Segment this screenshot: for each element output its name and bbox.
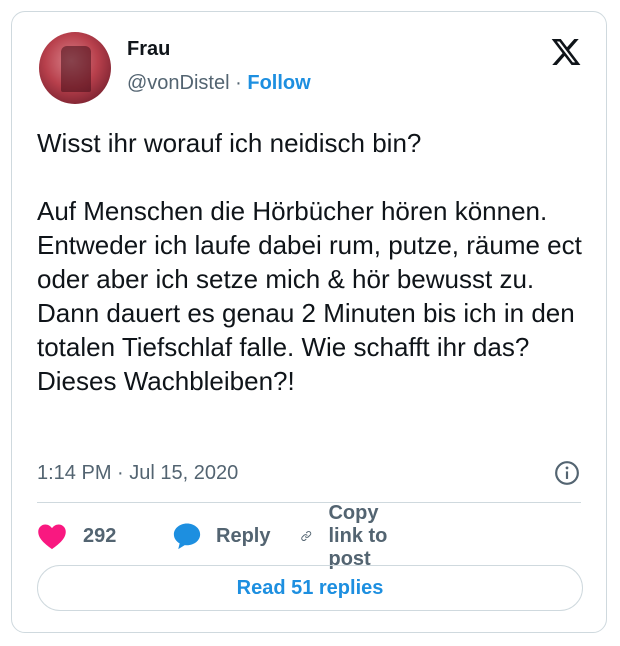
tweet-timestamp[interactable]: 1:14 PM · Jul 15, 2020 — [37, 462, 238, 485]
avatar[interactable] — [39, 32, 111, 104]
divider — [37, 502, 581, 503]
copy-link-label: Copy link to post — [328, 501, 388, 570]
like-count: 292 — [83, 524, 117, 547]
follow-button[interactable]: Follow — [247, 72, 310, 94]
tweet-text: Wisst ihr worauf ich neidisch bin? Auf M… — [37, 128, 582, 396]
info-icon[interactable] — [554, 460, 580, 486]
author-name[interactable]: Frau — [127, 38, 170, 61]
separator: · — [235, 72, 242, 94]
link-icon — [301, 531, 312, 541]
copy-link-button[interactable]: Copy link to post — [300, 502, 396, 570]
heart-icon — [38, 524, 66, 550]
author-handle-row: @vonDistel · Follow — [127, 72, 311, 95]
reply-label: Reply — [216, 524, 271, 547]
speech-bubble-icon — [173, 523, 201, 550]
like-button[interactable]: 292 — [37, 517, 116, 555]
x-logo-icon[interactable] — [549, 36, 583, 68]
author-handle[interactable]: @vonDistel — [127, 72, 230, 94]
tweet-card: Frau @vonDistel · Follow Wisst ihr worau… — [11, 11, 607, 633]
reply-button[interactable]: Reply — [172, 517, 270, 555]
read-replies-button[interactable]: Read 51 replies — [37, 565, 583, 611]
